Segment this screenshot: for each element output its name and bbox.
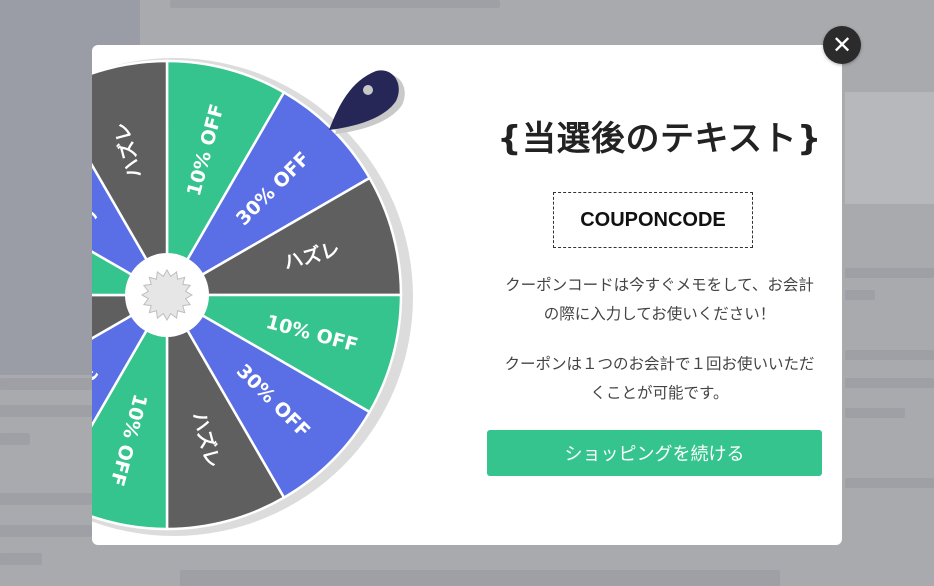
wheel-hub: [125, 253, 209, 337]
background-bar: [0, 525, 92, 537]
spin-wheel: 10% OFF 30% OFF ハズレ 10% OFF 30% OFF ハズレ 10% OF…: [92, 45, 492, 545]
continue-shopping-button[interactable]: ショッピングを続ける: [487, 430, 822, 476]
background-bar: [845, 268, 934, 278]
wheel-pointer-icon: [329, 70, 405, 134]
background-bar: [0, 405, 92, 417]
background-bar: [845, 478, 934, 488]
result-panel: {当選後のテキスト} COUPONCODE クーポンコードは今すぐメモをして、お…: [477, 45, 842, 545]
background-bar: [180, 570, 780, 586]
close-icon[interactable]: ✕: [823, 26, 861, 64]
result-title: {当選後のテキスト}: [497, 119, 822, 159]
background-bar: [845, 290, 875, 300]
usage-line: クーポンは１つのお会計で１回お使いいただ: [504, 355, 815, 373]
coupon-usage-text: クーポンは１つのお会計で１回お使いいただ くことが可能です。: [477, 350, 842, 408]
background-bar: [0, 378, 92, 390]
background-bar: [0, 433, 30, 445]
background-bar: [0, 553, 42, 565]
starburst-icon: [141, 269, 193, 321]
usage-line: くことが可能です。: [590, 384, 729, 402]
pointer-body: [329, 70, 399, 130]
background-bar: [845, 408, 905, 418]
background-bar: [170, 0, 500, 8]
instruction-line: の際に入力してお使いください！: [543, 305, 776, 323]
background-bar: [845, 378, 934, 388]
coupon-code-box[interactable]: COUPONCODE: [553, 192, 753, 248]
pointer-dot: [363, 85, 373, 95]
popup-modal: 10% OFF 30% OFF ハズレ 10% OFF 30% OFF ハズレ 10% OF…: [92, 45, 842, 545]
background-bar: [845, 350, 934, 360]
coupon-instruction-text: クーポンコードは今すぐメモをして、お会計 の際に入力してお使いください！: [477, 271, 842, 329]
wheel-graphic: 10% OFF 30% OFFハズレ10% OFF30% OFFハズレ10% OF…: [92, 58, 413, 536]
background-card: [845, 92, 934, 204]
background-bar: [0, 493, 92, 505]
instruction-line: クーポンコードは今すぐメモをして、お会計: [505, 276, 814, 294]
